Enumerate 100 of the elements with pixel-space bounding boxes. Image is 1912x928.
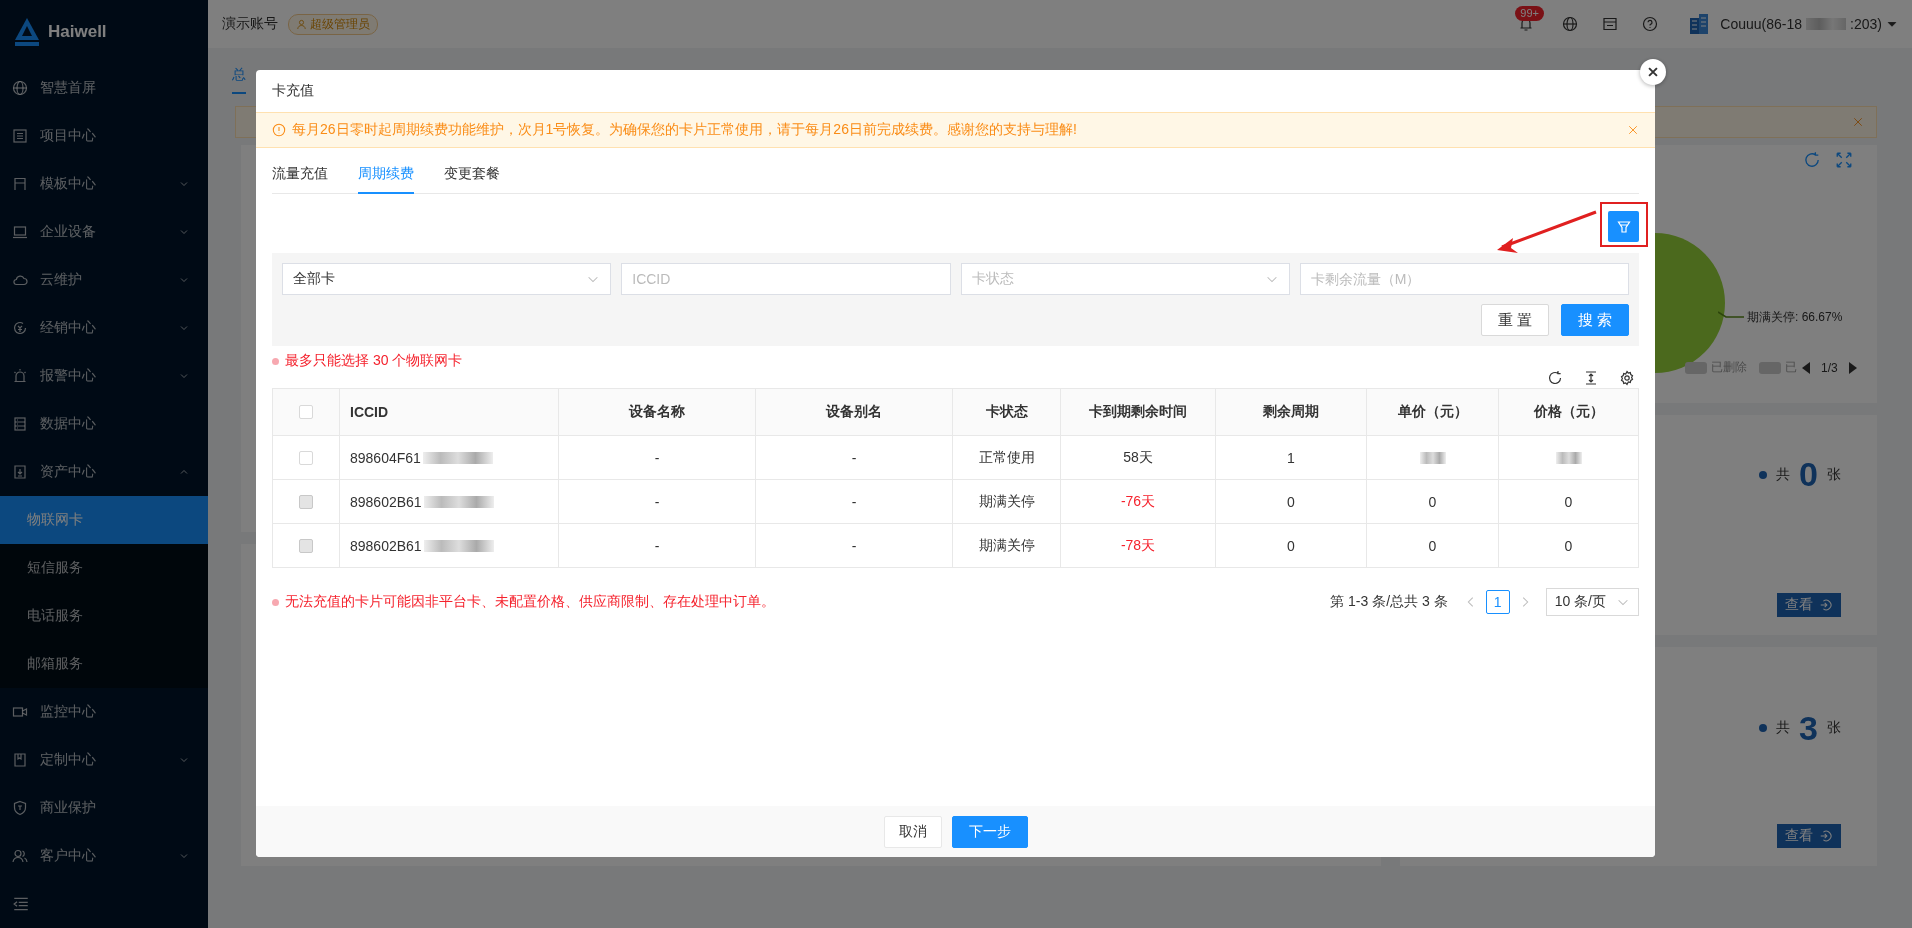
sidebar-item[interactable]: 企业设备 <box>0 208 208 256</box>
checkbox[interactable] <box>299 405 313 419</box>
submenu-item[interactable]: 电话服务 <box>0 592 208 640</box>
column-header: 卡到期剩余时间 <box>1089 403 1187 421</box>
store-icon <box>1602 16 1619 32</box>
globe-icon <box>12 80 28 96</box>
redacted-block <box>1806 18 1847 30</box>
input-field[interactable]: 卡剩余流量（M） <box>1299 263 1629 295</box>
user-icon <box>296 18 307 30</box>
close-button[interactable] <box>1640 59 1666 85</box>
column-header: 设备名称 <box>629 403 685 421</box>
submenu-item[interactable]: 物联网卡 <box>0 496 208 544</box>
close-icon <box>1646 65 1660 79</box>
sidebar-item[interactable]: 商业保护 <box>0 784 208 832</box>
submenu-item[interactable]: 邮箱服务 <box>0 640 208 688</box>
settings-icon <box>1619 370 1635 386</box>
redacted-block <box>1419 451 1446 464</box>
notice-text: 每月26日零时起周期续费功能维护，次月1号恢复。为确保您的卡片正常使用，请于每月26日前完成续费。感谢您的支持与理解! <box>292 121 1078 139</box>
table-cell: 898602B61 <box>350 537 422 554</box>
legend-swatch <box>1685 361 1707 374</box>
sidebar-item[interactable]: 定制中心 <box>0 736 208 784</box>
refresh-icon <box>1803 151 1821 169</box>
fullscreen-icon <box>1835 151 1853 169</box>
tab[interactable]: 周期续费 <box>358 156 414 194</box>
sidebar-item[interactable]: 报警中心 <box>0 352 208 400</box>
highlight-frame <box>1600 202 1648 247</box>
list-icon <box>12 128 28 144</box>
table-cell: 0 <box>1564 537 1573 554</box>
table-cell: - <box>654 493 660 510</box>
laptop-icon <box>12 224 28 240</box>
table-cell: - <box>654 449 660 466</box>
cancel-button[interactable]: 取消 <box>883 815 942 848</box>
collapse-menu-icon <box>12 895 30 913</box>
sidebar-item[interactable]: 智慧首屏 <box>0 64 208 112</box>
sidebar-item[interactable]: 资产中心 <box>0 448 208 496</box>
column-header: 剩余周期 <box>1263 403 1319 421</box>
logo-icon <box>14 17 40 47</box>
stat-unit: 张 <box>1827 719 1841 737</box>
input-field[interactable]: ICCID <box>621 263 951 295</box>
sidebar-item[interactable]: 监控中心 <box>0 688 208 736</box>
view-button[interactable]: 查看 <box>1777 824 1841 848</box>
sidebar-item[interactable]: 客户中心 <box>0 832 208 880</box>
sidebar-item[interactable]: 模板中心 <box>0 160 208 208</box>
table-cell: -76天 <box>1120 492 1156 511</box>
bullet-icon <box>1759 724 1768 732</box>
table-cell: - <box>851 449 857 466</box>
select-field[interactable]: 全部卡 <box>282 263 612 295</box>
page-number[interactable]: 1 <box>1485 590 1510 614</box>
refresh-icon <box>1547 370 1563 386</box>
sidebar-item[interactable]: 云维护 <box>0 256 208 304</box>
table-cell: - <box>851 537 857 554</box>
overview-tab[interactable]: 总 <box>232 66 246 94</box>
page-size-select[interactable]: 10 条/页 <box>1545 588 1639 616</box>
column-header: ICCID <box>350 404 389 420</box>
view-button[interactable]: 查看 <box>1777 592 1841 617</box>
reset-button[interactable]: 重 置 <box>1480 304 1549 336</box>
table-cell: 0 <box>1287 493 1295 510</box>
select-field[interactable]: 卡状态 <box>960 263 1290 295</box>
sidebar-item[interactable]: 数据中心 <box>0 400 208 448</box>
table-cell: 0 <box>1287 537 1295 554</box>
info-icon <box>272 123 286 137</box>
sidebar-item[interactable]: 经销中心 <box>0 304 208 352</box>
cloud-icon <box>12 272 28 288</box>
checkbox[interactable] <box>299 450 313 465</box>
tab[interactable]: 流量充值 <box>272 156 328 194</box>
submenu-item[interactable]: 短信服务 <box>0 544 208 592</box>
next-page-icon[interactable] <box>1847 360 1858 375</box>
bullet-icon <box>272 357 279 365</box>
pagination-summary: 第 1-3 条/总共 3 条 <box>1330 593 1448 611</box>
next-button[interactable]: 下一步 <box>951 815 1028 848</box>
table-cell: 0 <box>1428 537 1437 554</box>
user-name[interactable]: Couuu(86-18 <box>1720 16 1803 32</box>
column-header: 设备别名 <box>826 403 882 421</box>
error-note: 无法充值的卡片可能因非平台卡、未配置价格、供应商限制、存在处理中订单。 <box>285 593 775 611</box>
close-icon <box>1852 116 1864 128</box>
stat-unit: 张 <box>1827 465 1841 484</box>
previous-page-icon[interactable] <box>1801 360 1811 375</box>
column-header: 卡状态 <box>985 403 1028 421</box>
users-icon <box>12 848 28 864</box>
search-button[interactable]: 搜 索 <box>1560 304 1629 336</box>
enter-icon <box>1819 597 1833 612</box>
download-box-icon <box>12 464 28 480</box>
table-cell: 58天 <box>1123 448 1153 467</box>
sidebar-item[interactable]: 项目中心 <box>0 112 208 160</box>
template-icon <box>12 176 28 192</box>
close-icon <box>1627 124 1639 136</box>
bullet-icon <box>272 598 279 606</box>
leader-line <box>1718 311 1744 318</box>
role-badge: 超级管理员 <box>288 13 378 35</box>
chart-label: 期满关停: 66.67% <box>1747 309 1843 326</box>
table-cell: 898602B61 <box>350 493 422 510</box>
stat-prefix: 共 <box>1776 465 1791 484</box>
tab[interactable]: 变更套餐 <box>444 156 500 194</box>
table-cell: 1 <box>1287 449 1295 466</box>
limit-note: 最多只能选择 30 个物联网卡 <box>285 352 463 370</box>
enter-icon <box>1819 829 1833 843</box>
table-cell: - <box>851 493 857 510</box>
table-cell: 0 <box>1564 493 1573 510</box>
cycle-coin-icon <box>12 320 28 336</box>
help-icon <box>1642 16 1659 32</box>
